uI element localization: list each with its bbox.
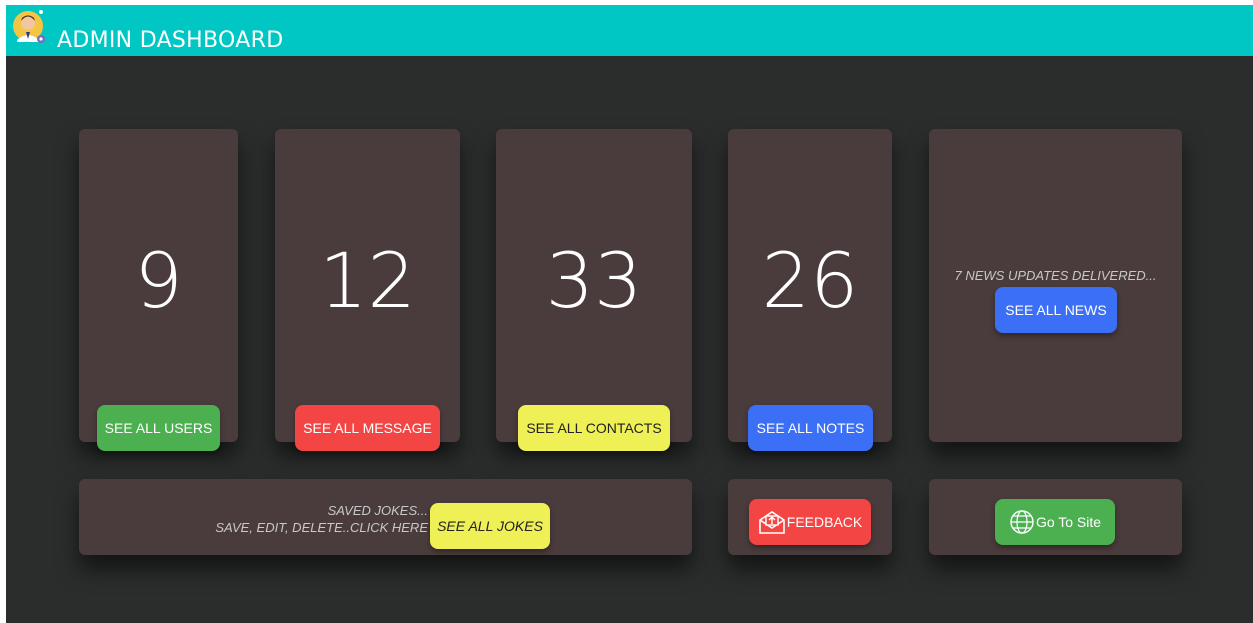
see-all-contacts-button[interactable]: SEE ALL CONTACTS <box>518 405 670 451</box>
see-all-users-button[interactable]: SEE ALL USERS <box>97 405 220 451</box>
jokes-description: SAVED JOKES... SAVE, EDIT, DELETE..CLICK… <box>215 502 428 536</box>
users-card: 9 <box>79 129 238 442</box>
feedback-button[interactable]: FEEDBACK <box>749 499 871 545</box>
see-all-news-button[interactable]: SEE ALL NEWS <box>995 287 1117 333</box>
dashboard-frame: ADMIN DASHBOARD 9 SEE ALL USERS 12 SEE A… <box>6 5 1253 623</box>
news-card: 7 NEWS UPDATES DELIVERED... SEE ALL NEWS <box>929 129 1182 442</box>
see-all-jokes-button[interactable]: SEE ALL JOKES <box>430 503 550 549</box>
jokes-line-2: SAVE, EDIT, DELETE..CLICK HERE <box>215 520 428 535</box>
top-bar: ADMIN DASHBOARD <box>6 5 1253 56</box>
jokes-card: SAVED JOKES... SAVE, EDIT, DELETE..CLICK… <box>79 479 692 555</box>
news-summary: 7 NEWS UPDATES DELIVERED... <box>954 268 1157 283</box>
go-to-site-label: Go To Site <box>1035 514 1102 530</box>
page-title: ADMIN DASHBOARD <box>57 28 284 53</box>
admin-avatar-icon <box>13 10 45 43</box>
messages-card: 12 <box>275 129 460 442</box>
notes-count: 26 <box>761 236 859 325</box>
users-count: 9 <box>134 236 183 325</box>
notes-card: 26 <box>728 129 892 442</box>
messages-count: 12 <box>319 236 416 325</box>
feedback-label: FEEDBACK <box>786 514 863 530</box>
see-all-notes-button[interactable]: SEE ALL NOTES <box>748 405 873 451</box>
contacts-card: 33 <box>496 129 692 442</box>
see-all-message-button[interactable]: SEE ALL MESSAGE <box>295 405 440 451</box>
envelope-upload-icon <box>758 511 785 534</box>
contacts-count: 33 <box>545 236 643 325</box>
jokes-line-1: SAVED JOKES... <box>327 503 428 518</box>
go-to-site-button[interactable]: Go To Site <box>995 499 1115 545</box>
globe-www-icon <box>1010 510 1034 534</box>
feedback-card: FEEDBACK <box>728 479 892 555</box>
site-card: Go To Site <box>929 479 1182 555</box>
